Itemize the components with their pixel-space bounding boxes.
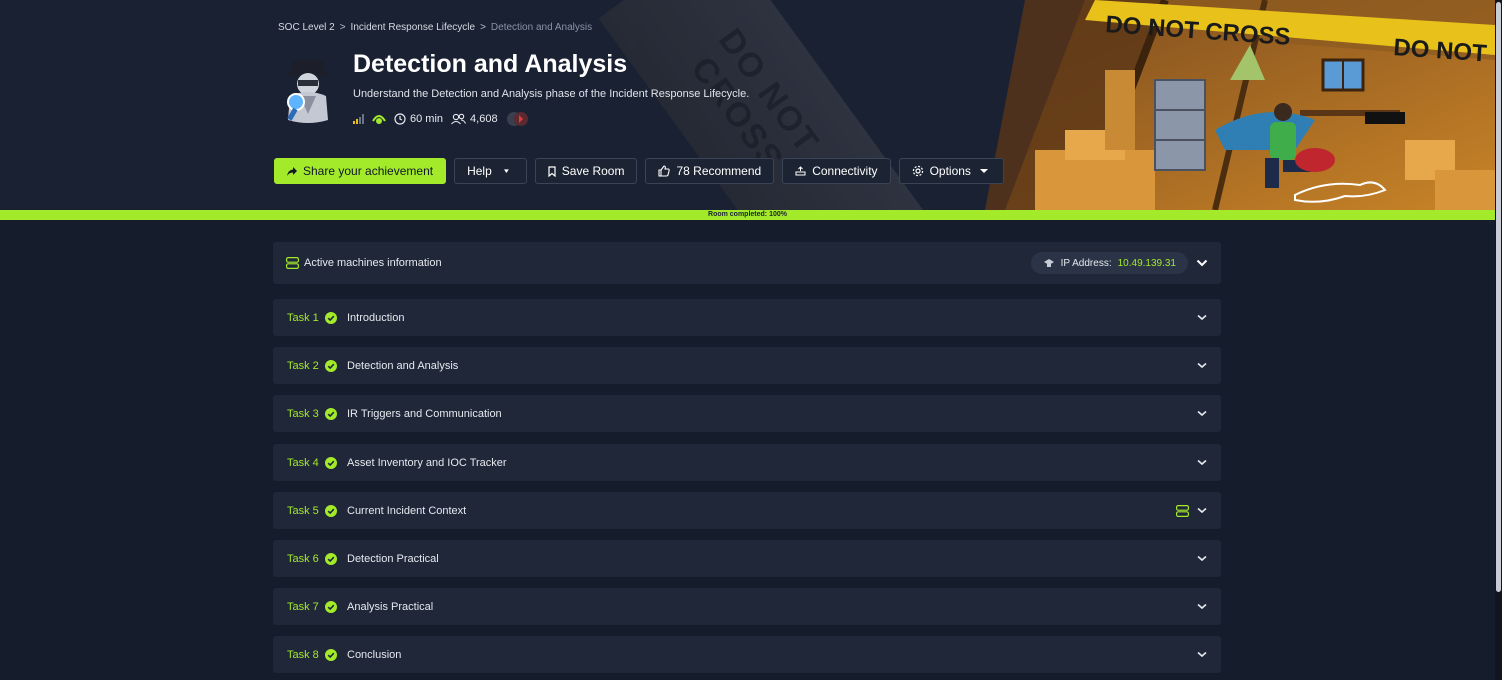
room-progress-label: Room completed: 100%	[708, 211, 787, 218]
chevron-down-icon[interactable]	[1197, 410, 1207, 417]
creator-avatars[interactable]	[506, 111, 530, 127]
ip-address-badge: IP Address: 10.49.139.31	[1030, 252, 1188, 274]
active-machines-panel[interactable]: Active machines information IP Address: …	[273, 242, 1221, 284]
chevron-down-icon[interactable]	[1197, 555, 1207, 562]
check-circle-icon	[325, 504, 337, 517]
breadcrumb: SOC Level 2 > Incident Response Lifecycl…	[278, 22, 592, 33]
task-title: Asset Inventory and IOC Tracker	[347, 456, 507, 469]
active-machines-label: Active machines information	[304, 257, 442, 269]
task-5-row[interactable]: Task 5 Current Incident Context	[273, 492, 1221, 529]
task-6-row[interactable]: Task 6 Detection Practical	[273, 540, 1221, 577]
task-title: Introduction	[347, 311, 405, 324]
chevron-down-icon[interactable]	[1197, 507, 1207, 514]
room-duration: 60 min	[410, 113, 444, 125]
task-number: Task 6	[287, 552, 319, 565]
room-description: Understand the Detection and Analysis ph…	[353, 88, 750, 100]
attic-crime-scene-illustration: DO NOT CROSS DO NOT	[965, 0, 1495, 210]
task-8-row[interactable]: Task 8 Conclusion	[273, 636, 1221, 673]
server-icon	[286, 257, 299, 269]
caret-down-icon	[503, 169, 509, 173]
chevron-down-icon[interactable]	[1197, 314, 1207, 321]
task-number: Task 7	[287, 600, 319, 613]
check-circle-icon	[325, 456, 337, 469]
check-circle-icon	[325, 311, 337, 324]
room-user-count: 4,608	[470, 113, 498, 125]
task-title: Detection and Analysis	[347, 359, 459, 372]
check-circle-icon	[325, 648, 337, 661]
difficulty-icon	[353, 114, 364, 124]
room-title: Detection and Analysis	[353, 50, 628, 78]
task-number: Task 8	[287, 648, 319, 661]
recommend-label: 78 Recommend	[676, 164, 762, 178]
share-achievement-label: Share your achievement	[303, 164, 434, 178]
breadcrumb-separator: >	[480, 22, 486, 33]
page-scrollbar[interactable]	[1495, 0, 1502, 680]
connectivity-label: Connectivity	[812, 164, 878, 178]
clock-icon	[394, 113, 406, 125]
help-button[interactable]: Help	[454, 158, 527, 184]
task-number: Task 3	[287, 407, 319, 420]
breadcrumb-separator: >	[339, 22, 346, 33]
share-achievement-button[interactable]: Share your achievement	[274, 158, 447, 184]
users-icon	[451, 113, 467, 125]
task-7-row[interactable]: Task 7 Analysis Practical	[273, 588, 1221, 625]
connectivity-button[interactable]: Connectivity	[782, 158, 891, 184]
chevron-down-icon[interactable]	[1197, 459, 1207, 466]
chevron-down-icon[interactable]	[1196, 259, 1208, 267]
chevron-down-icon[interactable]	[1197, 651, 1207, 658]
caret-down-icon	[979, 169, 988, 173]
help-label: Help	[467, 164, 492, 178]
check-circle-icon	[325, 600, 337, 613]
room-actions: Share your achievement Help Save Room 78…	[274, 158, 1004, 184]
task-number: Task 5	[287, 504, 319, 517]
task-title: Current Incident Context	[347, 504, 467, 517]
chevron-down-icon[interactable]	[1197, 362, 1207, 369]
save-room-button[interactable]: Save Room	[534, 158, 638, 184]
task-3-row[interactable]: Task 3 IR Triggers and Communication	[273, 395, 1221, 432]
server-icon	[1176, 504, 1189, 517]
task-title: IR Triggers and Communication	[347, 407, 502, 420]
bookmark-icon	[548, 165, 556, 177]
task-title: Conclusion	[347, 648, 402, 661]
task-1-row[interactable]: Task 1 Introduction	[273, 299, 1221, 336]
room-header: DO NOT CROSS DO NOT CROSS DO NOT SOC Lev…	[0, 0, 1495, 210]
task-4-row[interactable]: Task 4 Asset Inventory and IOC Tracker	[273, 444, 1221, 481]
room-progress-bar: Room completed: 100%	[0, 210, 1495, 220]
task-title: Analysis Practical	[347, 600, 434, 613]
ip-address-value: 10.49.139.31	[1117, 257, 1176, 269]
check-circle-icon	[325, 407, 337, 420]
breadcrumb-current: Detection and Analysis	[490, 22, 593, 33]
task-number: Task 2	[287, 359, 319, 372]
check-circle-icon	[325, 359, 337, 372]
thumbs-up-icon	[658, 165, 671, 177]
options-label: Options	[929, 164, 971, 178]
hacker-icon	[1043, 259, 1054, 267]
task-title: Detection Practical	[347, 552, 439, 565]
options-button[interactable]: Options	[898, 158, 1004, 184]
subscriber-badge-icon	[372, 113, 386, 125]
task-2-row[interactable]: Task 2 Detection and Analysis	[273, 347, 1221, 384]
task-number: Task 1	[287, 311, 319, 324]
chevron-down-icon[interactable]	[1197, 603, 1207, 610]
save-room-label: Save Room	[561, 164, 625, 178]
breadcrumb-item[interactable]: SOC Level 2	[278, 22, 335, 33]
ip-address-label: IP Address:	[1060, 257, 1112, 269]
task-number: Task 4	[287, 456, 319, 469]
check-circle-icon	[325, 552, 337, 565]
share-icon	[287, 166, 297, 176]
recommend-button[interactable]: 78 Recommend	[645, 158, 775, 184]
gear-icon	[912, 165, 923, 177]
breadcrumb-item[interactable]: Incident Response Lifecycle	[351, 22, 476, 33]
connectivity-icon	[795, 166, 806, 176]
room-meta: 60 min 4,608	[353, 111, 530, 127]
room-logo-icon	[287, 60, 328, 123]
page-scrollbar-thumb[interactable]	[1496, 2, 1501, 592]
